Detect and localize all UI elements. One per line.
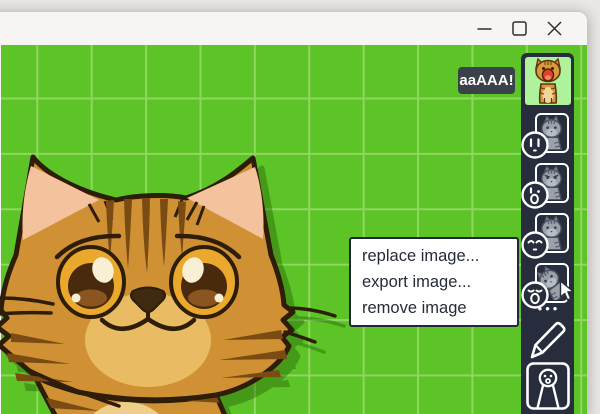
puppet-icon [526, 362, 570, 410]
yelling-cat-thumbnail-image [535, 57, 561, 104]
stage-canvas[interactable] [0, 45, 587, 414]
more-items-indicator[interactable]: ••• [521, 301, 574, 316]
sidebar-thumbnail-3[interactable] [521, 213, 574, 261]
maximize-icon [511, 21, 527, 36]
sidebar-thumbnail-2[interactable] [521, 163, 574, 211]
context-menu: replace image... export image... remove … [349, 237, 519, 327]
close-icon [546, 21, 562, 36]
expression-badge-startled [521, 131, 549, 159]
maximize-button[interactable] [504, 12, 534, 45]
menu-item-replace-image[interactable]: replace image... [351, 243, 517, 269]
puppet-tool-button[interactable] [526, 362, 570, 410]
draw-tool-button[interactable] [528, 319, 568, 361]
speech-bubble[interactable]: aaAAA! [458, 67, 515, 94]
sidebar: ••• [521, 53, 574, 414]
app-window: aaAAA! replace image... export image... … [0, 11, 588, 414]
title-bar[interactable] [0, 12, 587, 45]
minimize-icon [477, 28, 491, 30]
sidebar-thumbnail-1[interactable] [521, 113, 574, 161]
minimize-button[interactable] [469, 12, 499, 45]
close-button[interactable] [539, 12, 569, 45]
expression-badge-sleepy [521, 231, 549, 259]
menu-item-remove-image[interactable]: remove image [351, 295, 517, 321]
app-screen: aaAAA! replace image... export image... … [0, 0, 600, 414]
active-thumbnail[interactable] [525, 57, 571, 105]
pencil-icon [530, 321, 566, 359]
menu-item-export-image[interactable]: export image... [351, 269, 517, 295]
expression-badge-shocked [521, 181, 549, 209]
cat-sprite[interactable] [0, 140, 401, 414]
